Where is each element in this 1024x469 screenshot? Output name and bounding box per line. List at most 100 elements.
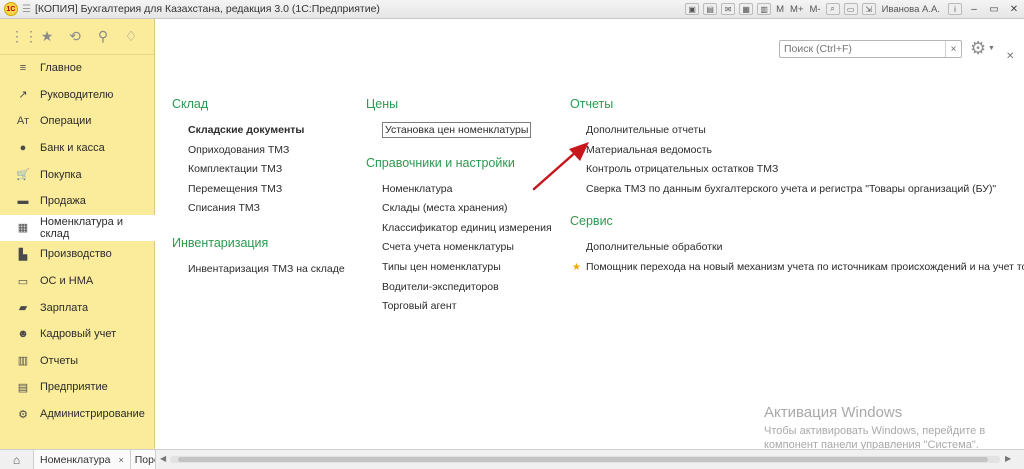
favorites-star-icon[interactable]: ★: [38, 28, 56, 45]
sidebar-item-label: Банк и касса: [40, 142, 105, 155]
sidebar-item-label: Руководителю: [40, 88, 114, 101]
memory-button[interactable]: М: [776, 4, 784, 15]
link-price-types[interactable]: Типы цен номенклатуры: [366, 258, 552, 278]
link-transition-assistant-label: Помощник перехода на новый механизм учет…: [586, 260, 1024, 273]
settings-gear-icon[interactable]: ⚙: [970, 38, 986, 59]
sidebar-item-admin[interactable]: ⚙ Администрирование: [0, 401, 154, 428]
chevron-down-icon[interactable]: ▼: [988, 45, 995, 52]
link-negative-balances[interactable]: Контроль отрицательных остатков ТМЗ: [570, 160, 1024, 180]
bar-chart-icon: ▥: [17, 355, 29, 368]
link-nomenclature[interactable]: Номенклатура: [366, 180, 552, 200]
print-icon[interactable]: ▤: [703, 3, 718, 15]
save-icon[interactable]: ▣: [685, 3, 700, 15]
section-title-service: Сервис: [570, 214, 613, 229]
link-warehouses[interactable]: Склады (места хранения): [366, 199, 552, 219]
sidebar-item-label: Операции: [40, 115, 92, 128]
sales-icon: ▬: [17, 195, 29, 208]
sidebar-item-manager[interactable]: ↗ Руководителю: [0, 82, 154, 109]
windows-activation-watermark: Активация Windows Чтобы активировать Win…: [764, 404, 985, 452]
link-material-statement[interactable]: Материальная ведомость: [570, 141, 1024, 161]
link-units-classifier[interactable]: Классификатор единиц измерения: [366, 219, 552, 239]
apps-grid-icon[interactable]: ⋮⋮: [10, 28, 38, 45]
sidebar-item-purchase[interactable]: 🛒 Покупка: [0, 161, 154, 188]
mail-icon[interactable]: ✉: [721, 3, 736, 15]
sidebar-item-main[interactable]: ≡ Главное: [0, 55, 154, 82]
sidebar-item-nomenclature[interactable]: ▦ Номенклатура и склад: [0, 214, 155, 242]
calendar-icon[interactable]: ▦: [739, 3, 754, 15]
link-write-offs[interactable]: Списания ТМЗ: [172, 199, 345, 219]
history-icon[interactable]: ⟲: [66, 28, 84, 45]
link-accounting-accounts[interactable]: Счета учета номенклатуры: [366, 238, 552, 258]
info-icon[interactable]: i: [948, 3, 962, 15]
sidebar-item-salary[interactable]: ▰ Зарплата: [0, 294, 154, 321]
zoom-icon[interactable]: ⌕: [825, 3, 840, 15]
sidebar-item-label: Производство: [40, 248, 112, 261]
sidebar-item-bank[interactable]: ● Банк и касса: [0, 135, 154, 162]
watermark-line-1: Чтобы активировать Windows, перейдите в: [764, 425, 986, 437]
scroll-left-icon[interactable]: ◀: [160, 454, 166, 463]
scrollbar-thumb[interactable]: [178, 457, 988, 462]
link-additional-reports[interactable]: Дополнительные отчеты: [570, 121, 1024, 141]
link-set-prices[interactable]: Установка цен номенклатуры: [366, 121, 552, 141]
sidebar-item-label: Покупка: [40, 168, 82, 181]
section-title-warehouse: Склад: [172, 97, 209, 111]
warehouse-icon: ▦: [17, 222, 29, 235]
link-reconciliation[interactable]: Сверка ТМЗ по данным бухгалтерского учет…: [570, 180, 1024, 200]
trend-icon: ↗: [18, 89, 28, 102]
close-icon[interactable]: ✕: [1006, 51, 1014, 62]
link-transition-assistant[interactable]: ★ Помощник перехода на новый механизм уче…: [570, 258, 1024, 278]
table-icon[interactable]: ▥: [757, 3, 772, 15]
menu-arrow-icon[interactable]: ☰: [22, 4, 31, 15]
window-icon[interactable]: ▭: [843, 3, 858, 15]
link-assemblies[interactable]: Комплектации ТМЗ: [172, 160, 345, 180]
tab-nomenclature[interactable]: Номенклатура ×: [34, 450, 131, 469]
close-tab-icon[interactable]: ×: [118, 455, 123, 465]
horizontal-scrollbar[interactable]: [170, 456, 1000, 463]
minimize-icon[interactable]: ‒: [966, 2, 982, 16]
title-bar-tools: ▣ ▤ ✉ ▦ ▥ М М+ М- ⌕ ▭ ⇲ Иванова А.А. i ‒…: [683, 0, 1024, 18]
link-inventory[interactable]: Инвентаризация ТМЗ на складе: [172, 260, 345, 280]
sidebar-item-assets[interactable]: ▭ ОС и НМА: [0, 268, 154, 295]
sidebar-item-label: ОС и НМА: [40, 275, 94, 288]
window-title: [КОПИЯ] Бухгалтерия для Казахстана, реда…: [34, 3, 380, 15]
tab-truncated[interactable]: Поро: [130, 450, 156, 469]
link-transfers[interactable]: Перемещения ТМЗ: [172, 180, 345, 200]
scroll-right-icon[interactable]: ▶: [1005, 454, 1011, 463]
section-title-reports: Отчеты: [570, 97, 614, 111]
expand-icon[interactable]: ⇲: [861, 3, 876, 15]
operations-icon: Ат: [16, 115, 30, 128]
link-receipts[interactable]: Оприходования ТМЗ: [172, 141, 345, 161]
sidebar-item-sales[interactable]: ▬ Продажа: [0, 188, 154, 215]
sidebar-item-enterprise[interactable]: ▤ Предприятие: [0, 374, 154, 401]
clear-search-button[interactable]: ×: [945, 41, 961, 57]
sidebar-item-hr[interactable]: ☻ Кадровый учет: [0, 321, 154, 348]
sidebar-item-label: Кадровый учет: [40, 328, 117, 341]
cart-icon: 🛒: [16, 169, 30, 182]
column-warehouse: Склад Складские документы Оприходования …: [172, 97, 345, 280]
wallet-icon: ▰: [18, 302, 28, 315]
notifications-bell-icon[interactable]: ♢: [122, 28, 140, 45]
sidebar-item-label: Отчеты: [40, 354, 79, 367]
search-input[interactable]: [780, 41, 945, 57]
section-title-inventory: Инвентаризация: [172, 235, 269, 250]
sidebar-item-production[interactable]: ▙ Производство: [0, 241, 154, 268]
sidebar-item-operations[interactable]: Ат Операции: [0, 108, 154, 135]
sidebar-item-label: Зарплата: [40, 301, 89, 314]
memory-minus-button[interactable]: М-: [810, 4, 821, 15]
maximize-icon[interactable]: ▭: [986, 2, 1002, 16]
link-additional-processing[interactable]: Дополнительные обработки: [570, 238, 1024, 258]
link-sales-agent[interactable]: Торговый агент: [366, 297, 552, 317]
memory-plus-button[interactable]: М+: [790, 4, 803, 15]
list-icon: ≡: [19, 62, 27, 75]
sidebar-item-reports[interactable]: ▥ Отчеты: [0, 348, 154, 375]
home-icon[interactable]: ⌂: [0, 450, 34, 469]
tab-label: Номенклатура: [40, 453, 111, 466]
link-drivers[interactable]: Водители-экспедиторов: [366, 278, 552, 298]
search-icon[interactable]: ⚲: [94, 28, 112, 45]
title-bar: 1С ☰ [КОПИЯ] Бухгалтерия для Казахстана,…: [0, 0, 1024, 19]
close-window-icon[interactable]: ✕: [1006, 2, 1022, 16]
link-warehouse-documents[interactable]: Складские документы: [172, 121, 345, 141]
favorite-star-icon: ★: [572, 261, 581, 273]
section-title-prices: Цены: [366, 97, 399, 111]
current-user[interactable]: Иванова А.А.: [882, 4, 940, 15]
